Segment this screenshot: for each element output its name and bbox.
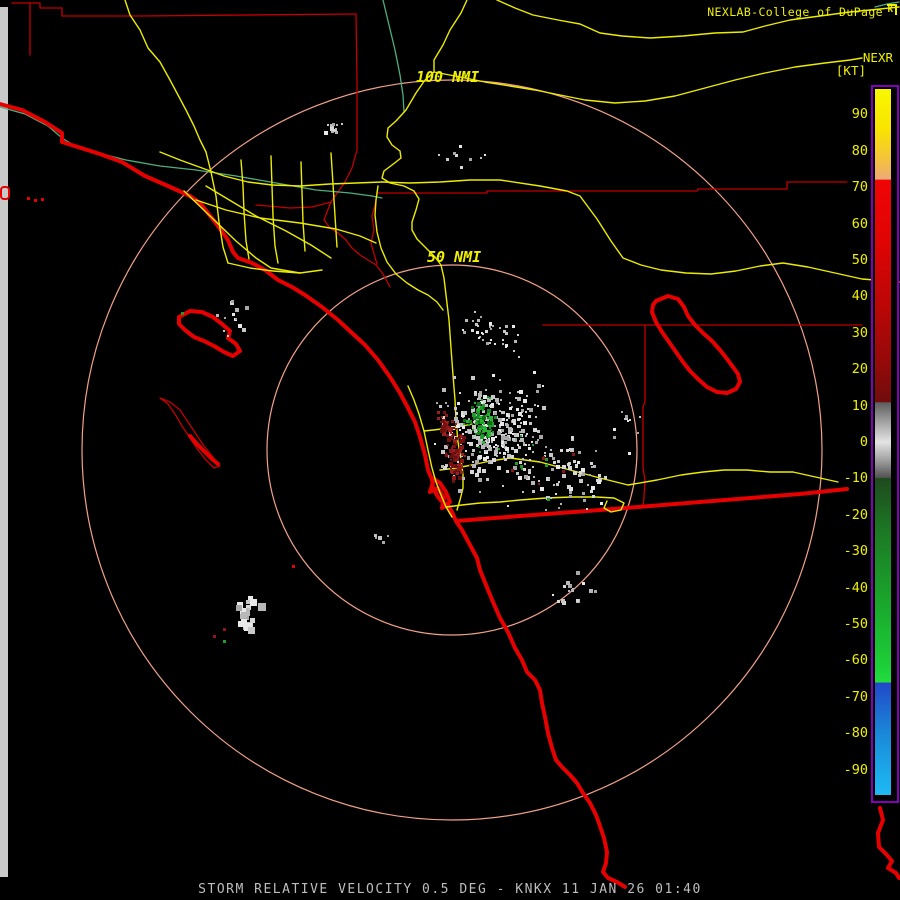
status-caption: STORM RELATIVE VELOCITY 0.5 DEG - KNKX 1…	[198, 882, 702, 897]
colorbar-tick-label: -90	[843, 761, 868, 778]
colorbar-tick-label: 70	[851, 179, 868, 196]
colorbar-tick-label: -10	[843, 470, 868, 487]
range-ring-label: 100 NMI	[416, 68, 479, 86]
radar-map: 100 NMI 50 NMI	[0, 0, 900, 900]
colorbar-tick-label: 90	[851, 106, 868, 123]
colorbar-title: NEXR	[862, 50, 893, 65]
colorbar-tick-label: -30	[843, 543, 868, 560]
colorbar-tick-label: 40	[851, 288, 868, 305]
brand-text: NEXLAB-College of DuPage	[707, 5, 883, 19]
colorbar-tick-label: -80	[843, 725, 868, 742]
colorbar-tick-label: -40	[843, 579, 868, 596]
colorbar-units: [KT]	[835, 63, 866, 78]
colorbar-tick-label: 50	[851, 252, 868, 269]
colorbar-tick-label: -20	[843, 506, 868, 523]
colorbar-tick-label: 80	[851, 142, 868, 159]
colorbar-tick-label: -70	[843, 688, 868, 705]
colorbar-tick-label: 20	[851, 361, 868, 378]
colorbar-tick-label: 0	[859, 434, 868, 450]
colorbar-tick-label: -50	[843, 615, 868, 632]
colorbar-gradient	[875, 89, 891, 795]
colorbar-tick-label: 30	[851, 324, 868, 341]
brand-logo-icon: K	[886, 4, 897, 15]
range-ring-label: 50 NMI	[427, 248, 481, 266]
radar-display: 100 NMI 50 NMI NEXLAB-College of DuPage K…	[0, 0, 900, 900]
colorbar-tick-label: 60	[851, 215, 868, 232]
colorbar-tick-label: 10	[851, 397, 868, 414]
colorbar-tick-label: -60	[843, 652, 868, 669]
colorbar	[871, 85, 899, 803]
